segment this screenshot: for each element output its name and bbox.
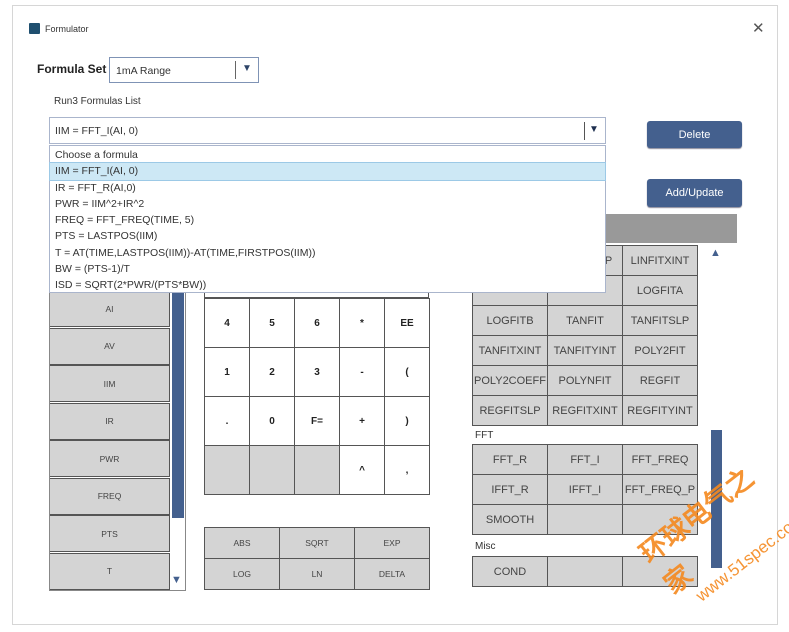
function-button[interactable]: , bbox=[384, 445, 430, 495]
variable-button[interactable]: T bbox=[50, 552, 170, 590]
function-button[interactable]: REGFIT bbox=[622, 365, 698, 396]
function-button[interactable]: POLY2FIT bbox=[622, 335, 698, 366]
function-button[interactable]: 3 bbox=[294, 347, 340, 397]
function-button[interactable]: LN bbox=[279, 558, 355, 590]
function-button[interactable]: TANFITSLP bbox=[622, 305, 698, 336]
function-button[interactable]: DELTA bbox=[354, 558, 430, 590]
function-button[interactable]: SMOOTH bbox=[472, 504, 548, 535]
scroll-down-arrow-icon[interactable]: ▼ bbox=[171, 574, 182, 586]
misc-section-label: Misc bbox=[475, 541, 496, 552]
variable-button[interactable]: IIM bbox=[50, 365, 170, 402]
dropdown-option[interactable]: FREQ = FFT_FREQ(TIME, 5) bbox=[50, 212, 605, 228]
function-button[interactable]: ) bbox=[384, 396, 430, 446]
function-button[interactable]: . bbox=[204, 396, 250, 446]
function-button[interactable]: FFT_FREQ bbox=[622, 444, 698, 475]
function-button[interactable]: ABS bbox=[204, 527, 280, 559]
empty-cell bbox=[547, 556, 623, 587]
variable-button[interactable]: AV bbox=[50, 327, 170, 365]
formulas-list-label: Run3 Formulas List bbox=[54, 96, 141, 107]
function-button[interactable]: 5 bbox=[249, 298, 295, 348]
function-button[interactable]: EE bbox=[384, 298, 430, 348]
formulas-list-combobox[interactable]: IIM = FFT_I(AI, 0) ▼ bbox=[49, 117, 606, 144]
app-logo-icon bbox=[29, 23, 40, 34]
dropdown-option[interactable]: PTS = LASTPOS(IIM) bbox=[50, 228, 605, 244]
function-button[interactable]: FFT_I bbox=[547, 444, 623, 475]
function-button[interactable]: IFFT_R bbox=[472, 474, 548, 505]
variables-scrollbar-thumb[interactable] bbox=[172, 286, 184, 518]
variable-button[interactable]: AI bbox=[50, 290, 170, 327]
window-title: Formulator bbox=[45, 24, 89, 34]
empty-cell bbox=[204, 445, 250, 495]
function-button[interactable]: - bbox=[339, 347, 385, 397]
variable-button[interactable]: FREQ bbox=[50, 477, 170, 515]
function-button[interactable]: LOGFITA bbox=[622, 275, 698, 306]
function-button[interactable]: 6 bbox=[294, 298, 340, 348]
function-button[interactable]: ^ bbox=[339, 445, 385, 495]
function-button[interactable]: TANFIT bbox=[547, 305, 623, 336]
close-icon[interactable]: ✕ bbox=[752, 19, 765, 37]
formulas-dropdown-list: Choose a formula IIM = FFT_I(AI, 0) IR = F… bbox=[49, 145, 606, 293]
function-button[interactable]: REGFITXINT bbox=[547, 395, 623, 426]
formula-set-label: Formula Set bbox=[37, 62, 107, 76]
add-update-button[interactable]: Add/Update bbox=[647, 179, 742, 207]
function-button[interactable]: 0 bbox=[249, 396, 295, 446]
dropdown-option[interactable]: PWR = IIM^2+IR^2 bbox=[50, 196, 605, 212]
function-button[interactable]: REGFITYINT bbox=[622, 395, 698, 426]
fft-section-label: FFT bbox=[475, 430, 494, 441]
empty-cell bbox=[249, 445, 295, 495]
function-button[interactable]: LOG bbox=[204, 558, 280, 590]
chevron-down-icon: ▼ bbox=[589, 124, 599, 135]
dropdown-option[interactable]: BW = (PTS-1)/T bbox=[50, 261, 605, 277]
function-button[interactable]: FFT_R bbox=[472, 444, 548, 475]
dropdown-option[interactable]: IR = FFT_R(AI,0) bbox=[50, 180, 605, 196]
dropdown-option[interactable]: ISD = SQRT(2*PWR/(PTS*BW)) bbox=[50, 277, 605, 293]
scroll-up-arrow-icon[interactable]: ▲ bbox=[710, 247, 721, 259]
function-button[interactable]: REGFITSLP bbox=[472, 395, 548, 426]
dropdown-option[interactable]: Choose a formula bbox=[50, 147, 605, 163]
formulas-list-value: IIM = FFT_I(AI, 0) bbox=[55, 125, 139, 137]
formula-set-select[interactable]: 1mA Range ▼ bbox=[109, 57, 259, 83]
function-button[interactable]: + bbox=[339, 396, 385, 446]
function-button[interactable]: EXP bbox=[354, 527, 430, 559]
function-button[interactable]: 2 bbox=[249, 347, 295, 397]
variable-button[interactable]: PTS bbox=[50, 515, 170, 552]
function-button[interactable]: POLY2COEFF bbox=[472, 365, 548, 396]
dropdown-option[interactable]: T = AT(TIME,LASTPOS(IIM))-AT(TIME,FIRSTP… bbox=[50, 245, 605, 261]
empty-cell bbox=[294, 445, 340, 495]
function-button[interactable]: IFFT_I bbox=[547, 474, 623, 505]
empty-cell bbox=[547, 504, 623, 535]
dropdown-option[interactable]: IIM = FFT_I(AI, 0) bbox=[49, 162, 606, 181]
function-button[interactable]: 4 bbox=[204, 298, 250, 348]
function-button[interactable]: F= bbox=[294, 396, 340, 446]
function-button[interactable]: 1 bbox=[204, 347, 250, 397]
function-button[interactable]: TANFITXINT bbox=[472, 335, 548, 366]
function-button[interactable]: LINFITXINT bbox=[622, 245, 698, 276]
formula-set-value: 1mA Range bbox=[116, 65, 171, 77]
variable-button[interactable]: PWR bbox=[50, 440, 170, 477]
function-button[interactable]: LOGFITB bbox=[472, 305, 548, 336]
function-button[interactable]: * bbox=[339, 298, 385, 348]
function-button[interactable]: COND bbox=[472, 556, 548, 587]
chevron-down-icon: ▼ bbox=[242, 63, 252, 74]
delete-button[interactable]: Delete bbox=[647, 121, 742, 148]
variable-button[interactable]: IR bbox=[50, 402, 170, 440]
function-button[interactable]: POLYNFIT bbox=[547, 365, 623, 396]
function-button[interactable]: SQRT bbox=[279, 527, 355, 559]
function-button[interactable]: TANFITYINT bbox=[547, 335, 623, 366]
function-button[interactable]: ( bbox=[384, 347, 430, 397]
